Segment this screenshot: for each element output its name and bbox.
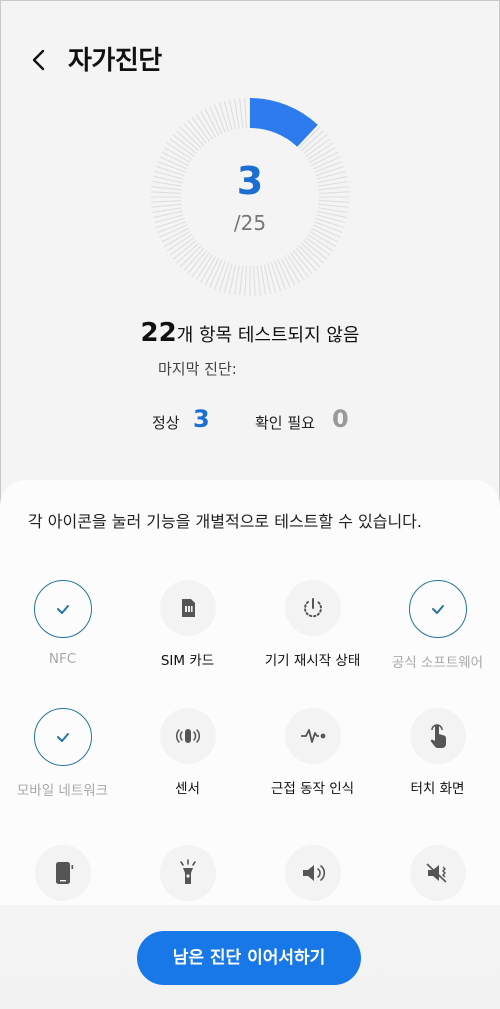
test-item-label: 근접 동작 인식 <box>270 781 355 797</box>
normal-value: 3 <box>193 405 210 433</box>
test-item-label: SIM 카드 <box>160 653 215 669</box>
test-item[interactable] <box>250 845 375 901</box>
back-arrow-icon[interactable] <box>26 44 54 76</box>
test-item[interactable] <box>0 845 125 901</box>
check-icon <box>33 708 92 766</box>
test-item-label: 터치 화면 <box>410 781 465 797</box>
last-diagnosis: 마지막 진단: <box>158 360 237 378</box>
test-item[interactable]: 기기 재시작 상태 <box>250 580 375 669</box>
test-item-label: NFC <box>48 651 77 667</box>
test-item-label: 모바일 네트워크 <box>16 783 109 799</box>
check-icon <box>408 580 467 638</box>
sensor-icon <box>159 708 216 764</box>
touch-icon <box>409 708 466 764</box>
speaker-icon <box>284 845 341 901</box>
total-count: /25 <box>233 211 267 235</box>
check-icon <box>33 580 92 638</box>
test-item[interactable]: SIM 카드 <box>125 580 250 669</box>
test-item-label: 기기 재시작 상태 <box>264 653 361 669</box>
test-item-label: 센서 <box>175 781 200 797</box>
test-item[interactable]: 센서 <box>125 708 250 797</box>
proximity-icon <box>284 708 341 764</box>
check-needed-value: 0 <box>332 405 349 433</box>
page-title: 자가진단 <box>68 46 162 76</box>
normal-label: 정상 <box>152 414 180 432</box>
progress-ring: 3 /25 <box>150 97 350 297</box>
test-item[interactable] <box>125 845 250 901</box>
flashlight-icon <box>159 845 216 901</box>
test-item[interactable]: 터치 화면 <box>375 708 500 797</box>
test-item[interactable]: NFC <box>0 580 125 667</box>
passed-count: 3 <box>236 159 264 203</box>
untested-text: 개 항목 테스트되지 않음 <box>176 325 360 346</box>
app-header: 자가진단 <box>0 30 500 90</box>
instructions-text: 각 아이콘을 눌러 기능을 개별적으로 테스트할 수 있습니다. <box>28 512 422 531</box>
vibration-icon <box>409 845 466 901</box>
phone-icon <box>34 845 91 901</box>
sim-card-icon <box>159 580 216 636</box>
continue-diagnosis-button[interactable]: 남은 진단 이어서하기 <box>137 931 361 985</box>
check-needed-label: 확인 필요 <box>255 414 315 432</box>
untested-count: 22 <box>140 318 177 348</box>
test-item[interactable]: 근접 동작 인식 <box>250 708 375 797</box>
test-item-label: 공식 소프트웨어 <box>391 655 484 671</box>
untested-summary: 22개 항목 테스트되지 않음 <box>0 318 500 348</box>
test-item[interactable] <box>375 845 500 901</box>
test-item[interactable]: 모바일 네트워크 <box>0 708 125 799</box>
restart-icon <box>284 580 341 636</box>
test-item[interactable]: 공식 소프트웨어 <box>375 580 500 671</box>
